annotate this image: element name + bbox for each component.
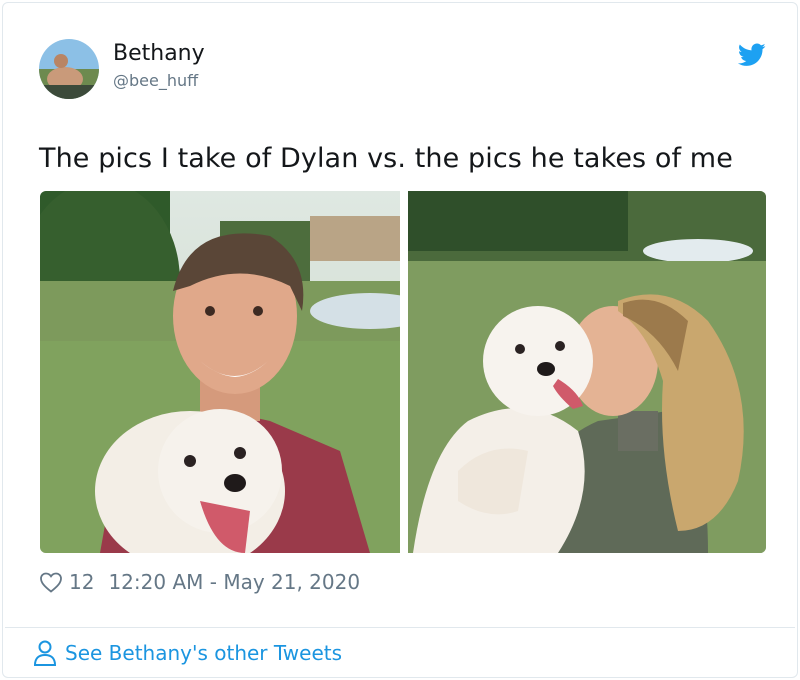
divider bbox=[5, 627, 795, 628]
see-other-tweets-link[interactable]: See Bethany's other Tweets bbox=[33, 639, 342, 667]
author-handle[interactable]: @bee_huff bbox=[113, 71, 198, 90]
heart-icon[interactable] bbox=[39, 571, 63, 593]
twitter-bird-icon[interactable] bbox=[738, 43, 766, 67]
tweet-text: The pics I take of Dylan vs. the pics he… bbox=[39, 143, 733, 174]
tweet-meta: 12 12:20 AM - May 21, 2020 bbox=[39, 569, 360, 595]
tweet-photo-right[interactable] bbox=[408, 191, 766, 553]
person-icon bbox=[33, 640, 57, 666]
author-name[interactable]: Bethany bbox=[113, 41, 205, 66]
see-other-tweets-label: See Bethany's other Tweets bbox=[65, 641, 343, 665]
tweet-timestamp[interactable]: 12:20 AM - May 21, 2020 bbox=[108, 570, 360, 594]
tweet-photo-left[interactable] bbox=[40, 191, 400, 553]
tweet-card: Bethany @bee_huff The pics I take of Dyl… bbox=[2, 2, 798, 678]
like-count[interactable]: 12 bbox=[69, 570, 94, 594]
avatar[interactable] bbox=[39, 39, 99, 99]
